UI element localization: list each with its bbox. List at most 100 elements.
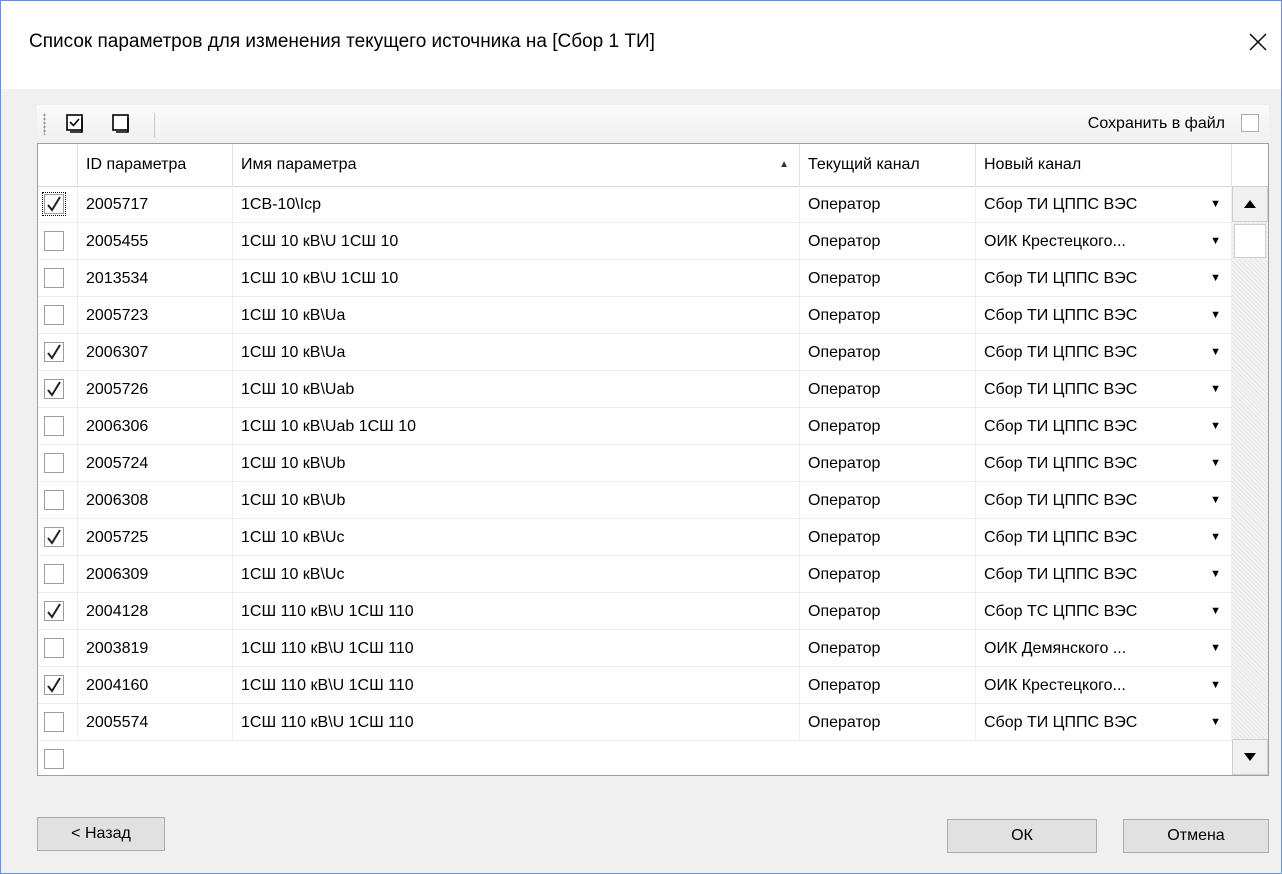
row-checkbox[interactable] (44, 527, 64, 547)
cell-new-channel[interactable]: ОИК Крестецкого... ▼ (976, 223, 1232, 260)
cell-name: 1СШ 10 кВ\Uab 1СШ 10 (233, 408, 800, 445)
row-checkbox[interactable] (44, 601, 64, 621)
dialog-client-area: Сохранить в файл ID параметра Имя параме… (1, 89, 1281, 873)
cell-new-channel[interactable]: Сбор ТИ ЦППС ВЭС ▼ (976, 704, 1232, 741)
dropdown-arrow-icon[interactable]: ▼ (1210, 667, 1221, 704)
dropdown-arrow-icon[interactable]: ▼ (1210, 223, 1221, 260)
row-checkbox[interactable] (44, 675, 64, 695)
cell-new-channel[interactable]: Сбор ТИ ЦППС ВЭС ▼ (976, 334, 1232, 371)
row-check-cell (38, 482, 78, 519)
header-new-channel[interactable]: Новый канал (976, 144, 1232, 186)
dropdown-arrow-icon[interactable]: ▼ (1210, 408, 1221, 445)
table-row[interactable]: 2005574 1СШ 110 кВ\U 1СШ 110 Оператор Сбор … (38, 704, 1232, 741)
row-checkbox[interactable] (44, 379, 64, 399)
row-checkbox[interactable] (44, 453, 64, 473)
toolbar-grip[interactable] (43, 113, 46, 135)
row-checkbox[interactable] (44, 305, 64, 325)
row-checkbox[interactable] (44, 268, 64, 288)
table-row[interactable]: 2005717 1СВ-10\Iср Оператор Сбор ТИ ЦППС ВЭ… (38, 186, 1232, 223)
dropdown-arrow-icon[interactable]: ▼ (1210, 445, 1221, 482)
row-check-cell (38, 630, 78, 667)
dropdown-arrow-icon[interactable]: ▼ (1210, 519, 1221, 556)
save-to-file-checkbox[interactable] (1241, 114, 1259, 132)
row-checkbox[interactable] (42, 192, 66, 216)
cell-current-channel: Оператор (800, 371, 976, 408)
table-row[interactable]: 2005723 1СШ 10 кВ\Ua Оператор Сбор ТИ ЦППС … (38, 297, 1232, 334)
header-check-column[interactable] (38, 144, 78, 186)
row-checkbox[interactable] (44, 342, 64, 362)
cell-name-text: 1СШ 110 кВ\U 1СШ 110 (241, 603, 414, 620)
cell-new-channel[interactable]: Сбор ТИ ЦППС ВЭС ▼ (976, 297, 1232, 334)
dropdown-arrow-icon[interactable]: ▼ (1210, 704, 1221, 741)
dropdown-arrow-icon[interactable]: ▼ (1210, 630, 1221, 667)
row-check-cell (38, 704, 78, 741)
cell-new-channel[interactable]: Сбор ТС ЦППС ВЭС ▼ (976, 593, 1232, 630)
dropdown-arrow-icon[interactable]: ▼ (1210, 593, 1221, 630)
row-checkbox[interactable] (44, 231, 64, 251)
dropdown-arrow-icon[interactable]: ▼ (1210, 556, 1221, 593)
dropdown-arrow-icon[interactable]: ▼ (1210, 482, 1221, 519)
table-row[interactable]: 2006308 1СШ 10 кВ\Ub Оператор Сбор ТИ ЦППС … (38, 482, 1232, 519)
table-row[interactable]: 2004128 1СШ 110 кВ\U 1СШ 110 Оператор Сбор … (38, 593, 1232, 630)
uncheck-all-button[interactable] (109, 111, 135, 137)
row-checkbox[interactable] (44, 416, 64, 436)
close-button[interactable] (1243, 27, 1273, 57)
table-row[interactable]: 2003819 1СШ 110 кВ\U 1СШ 110 Оператор ОИК Д… (38, 630, 1232, 667)
table-row[interactable]: 2006307 1СШ 10 кВ\Ua Оператор Сбор ТИ ЦППС … (38, 334, 1232, 371)
cell-new-channel[interactable]: Сбор ТИ ЦППС ВЭС ▼ (976, 371, 1232, 408)
dropdown-arrow-icon[interactable]: ▼ (1210, 297, 1221, 334)
cell-name: 1СШ 10 кВ\Uc (233, 519, 800, 556)
row-checkbox[interactable] (44, 490, 64, 510)
table-row[interactable]: 2005725 1СШ 10 кВ\Uc Оператор Сбор ТИ ЦППС … (38, 519, 1232, 556)
cell-new-channel[interactable]: Сбор ТИ ЦППС ВЭС ▼ (976, 519, 1232, 556)
dropdown-arrow-icon[interactable]: ▼ (1210, 334, 1221, 371)
cancel-button[interactable]: Отмена (1123, 819, 1269, 853)
scroll-down-button[interactable] (1232, 739, 1268, 775)
checkmark-icon (47, 677, 61, 693)
table-row[interactable]: 2013534 1СШ 10 кВ\U 1СШ 10 Оператор Сбор ТИ… (38, 260, 1232, 297)
toolbar: Сохранить в файл (37, 105, 1269, 143)
row-checkbox[interactable] (44, 638, 64, 658)
scrollbar-thumb[interactable] (1234, 224, 1266, 258)
scroll-up-button[interactable] (1232, 186, 1268, 222)
row-checkbox[interactable] (44, 712, 64, 732)
title-bar: Список параметров для изменения текущего… (1, 1, 1281, 89)
table-row[interactable]: 2006306 1СШ 10 кВ\Uab 1СШ 10 Оператор Сбор … (38, 408, 1232, 445)
table-row[interactable]: 2006309 1СШ 10 кВ\Uc Оператор Сбор ТИ ЦППС … (38, 556, 1232, 593)
cell-new-channel[interactable]: Сбор ТИ ЦППС ВЭС ▼ (976, 482, 1232, 519)
header-name[interactable]: Имя параметра ▲ (233, 144, 800, 186)
cell-id-text: 2005725 (86, 529, 149, 546)
cell-name: 1СШ 110 кВ\U 1СШ 110 (233, 667, 800, 704)
table-row[interactable]: 2005455 1СШ 10 кВ\U 1СШ 10 Оператор ОИК Кре… (38, 223, 1232, 260)
cell-new-channel[interactable]: Сбор ТИ ЦППС ВЭС ▼ (976, 408, 1232, 445)
header-current-channel[interactable]: Текущий канал (800, 144, 976, 186)
table-row[interactable]: 2005724 1СШ 10 кВ\Ub Оператор Сбор ТИ ЦППС … (38, 445, 1232, 482)
check-all-button[interactable] (63, 111, 89, 137)
cell-new-channel[interactable]: ОИК Демянского ... ▼ (976, 630, 1232, 667)
cell-current-channel-text: Оператор (808, 381, 881, 398)
cell-new-channel-text: Сбор ТИ ЦППС ВЭС (984, 196, 1138, 213)
row-checkbox[interactable] (44, 749, 64, 769)
cell-name-text: 1СШ 10 кВ\Uc (241, 529, 345, 546)
row-checkbox[interactable] (44, 564, 64, 584)
row-check-cell (38, 297, 78, 334)
table-row[interactable]: 2005726 1СШ 10 кВ\Uab Оператор Сбор ТИ ЦППС… (38, 371, 1232, 408)
cell-new-channel[interactable]: Сбор ТИ ЦППС ВЭС ▼ (976, 186, 1232, 223)
dropdown-arrow-icon[interactable]: ▼ (1210, 371, 1221, 408)
cell-new-channel[interactable]: Сбор ТИ ЦППС ВЭС ▼ (976, 445, 1232, 482)
arrow-up-icon (1244, 200, 1256, 208)
vertical-scrollbar[interactable] (1232, 186, 1268, 775)
cell-new-channel-text: Сбор ТИ ЦППС ВЭС (984, 714, 1138, 731)
cell-new-channel-text: ОИК Крестецкого... (984, 233, 1126, 250)
dropdown-arrow-icon[interactable]: ▼ (1210, 186, 1221, 223)
cell-new-channel[interactable]: ОИК Крестецкого... ▼ (976, 667, 1232, 704)
cell-id: 2005724 (78, 445, 233, 482)
ok-button[interactable]: ОК (947, 819, 1097, 853)
cell-new-channel[interactable]: Сбор ТИ ЦППС ВЭС ▼ (976, 260, 1232, 297)
cell-new-channel[interactable]: Сбор ТИ ЦППС ВЭС ▼ (976, 556, 1232, 593)
header-id[interactable]: ID параметра (78, 144, 233, 186)
dropdown-arrow-icon[interactable]: ▼ (1210, 260, 1221, 297)
grid-header: ID параметра Имя параметра ▲ Текущий кан… (38, 144, 1268, 187)
back-button[interactable]: < Назад (37, 817, 165, 851)
table-row[interactable]: 2004160 1СШ 110 кВ\U 1СШ 110 Оператор ОИК К… (38, 667, 1232, 704)
